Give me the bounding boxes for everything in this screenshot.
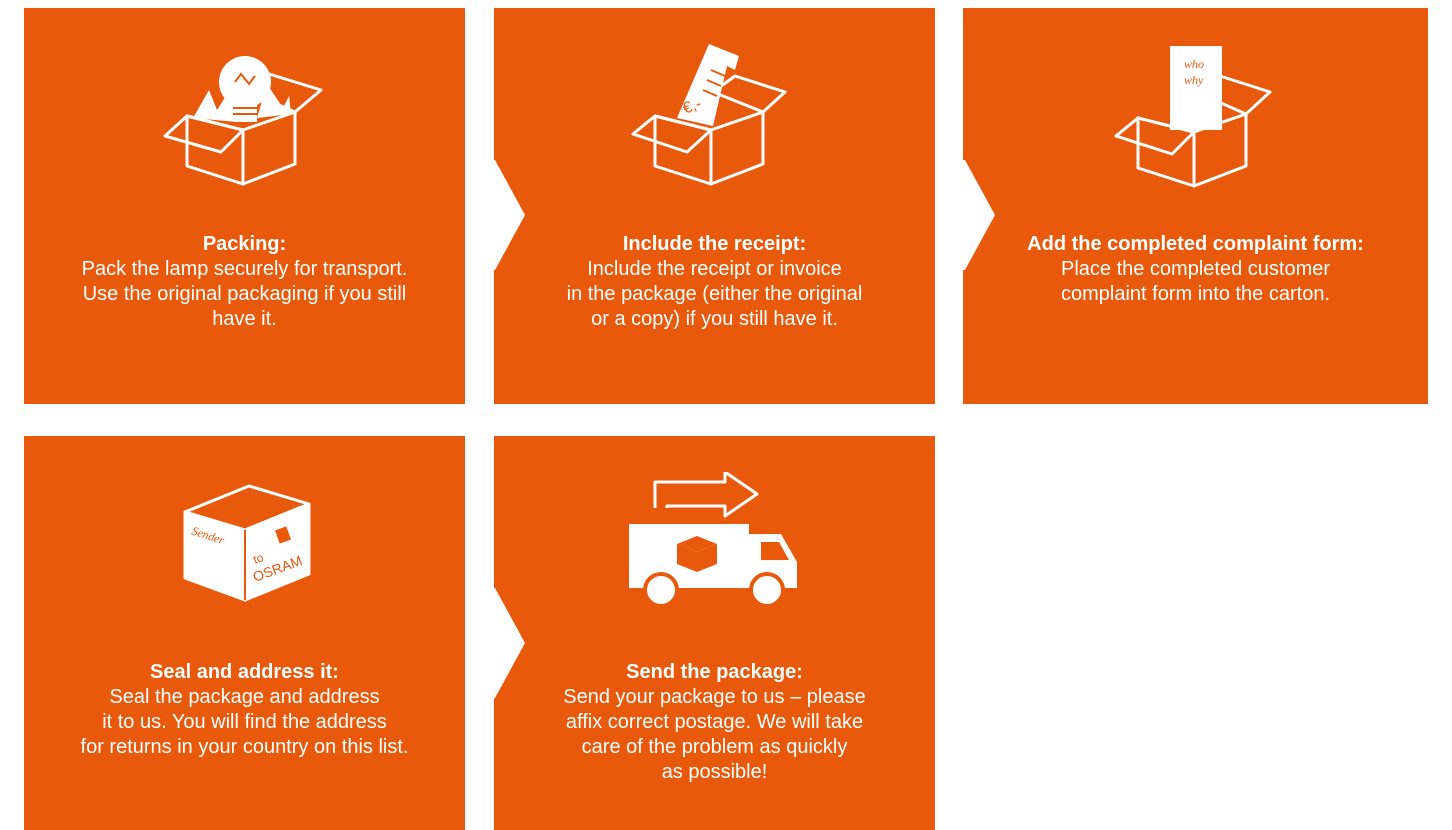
step-text-line: for returns in your country on this list… — [80, 736, 409, 758]
box-with-form-icon: who why — [1096, 34, 1296, 194]
step-text-line: care of the problem as quickly — [581, 736, 848, 758]
step-text-line: or a copy) if you still have it. — [591, 308, 838, 330]
step-text-line: it to us. You will find the address — [102, 711, 387, 733]
step-title: Add the completed complaint form: — [1027, 233, 1364, 255]
step-text-line: Use the original packaging if you still — [82, 283, 407, 305]
step-title: Seal and address it: — [150, 661, 339, 683]
step-card-complaint-form: who why Add the completed complaint form… — [963, 8, 1428, 404]
step-title: Send the package: — [626, 661, 803, 683]
box-with-lamp-icon — [145, 38, 345, 188]
sealed-box-icon: Sender to OSRAM — [145, 464, 345, 614]
step-card-packing: Packing: Pack the lamp securely for tran… — [24, 8, 465, 404]
delivery-truck-icon — [615, 470, 815, 612]
step-title: Include the receipt: — [622, 233, 807, 255]
step-text-line: affix correct postage. We will take — [565, 711, 864, 733]
step-text-line: Include the receipt or invoice — [587, 258, 842, 280]
step-text-line: have it. — [212, 308, 277, 330]
step-card-send-package: Send the package: Send your package to u… — [494, 436, 935, 830]
step-text-line: Pack the lamp securely for transport. — [81, 258, 408, 280]
step-title: Packing: — [202, 233, 287, 255]
step-arrow-1 — [465, 160, 525, 270]
form-who-label: who — [1184, 57, 1204, 71]
step-card-include-receipt: €,- Include the receipt: Include the rec… — [494, 8, 935, 404]
step-arrow-2 — [935, 160, 995, 270]
step-text-line: Place the completed customer — [1060, 258, 1331, 280]
form-why-label: why — [1184, 73, 1204, 87]
step-text-line: Seal the package and address — [109, 686, 380, 708]
step-text-line: complaint form into the carton. — [1060, 283, 1330, 305]
step-arrow-3 — [465, 588, 525, 698]
step-text-line: Send your package to us – please — [563, 686, 866, 708]
step-text-line: as possible! — [661, 761, 768, 783]
step-card-seal-address: Sender to OSRAM Seal and address it: Sea… — [24, 436, 465, 830]
step-text-line: in the package (either the original — [566, 283, 863, 305]
box-with-receipt-icon: €,- — [615, 30, 815, 190]
